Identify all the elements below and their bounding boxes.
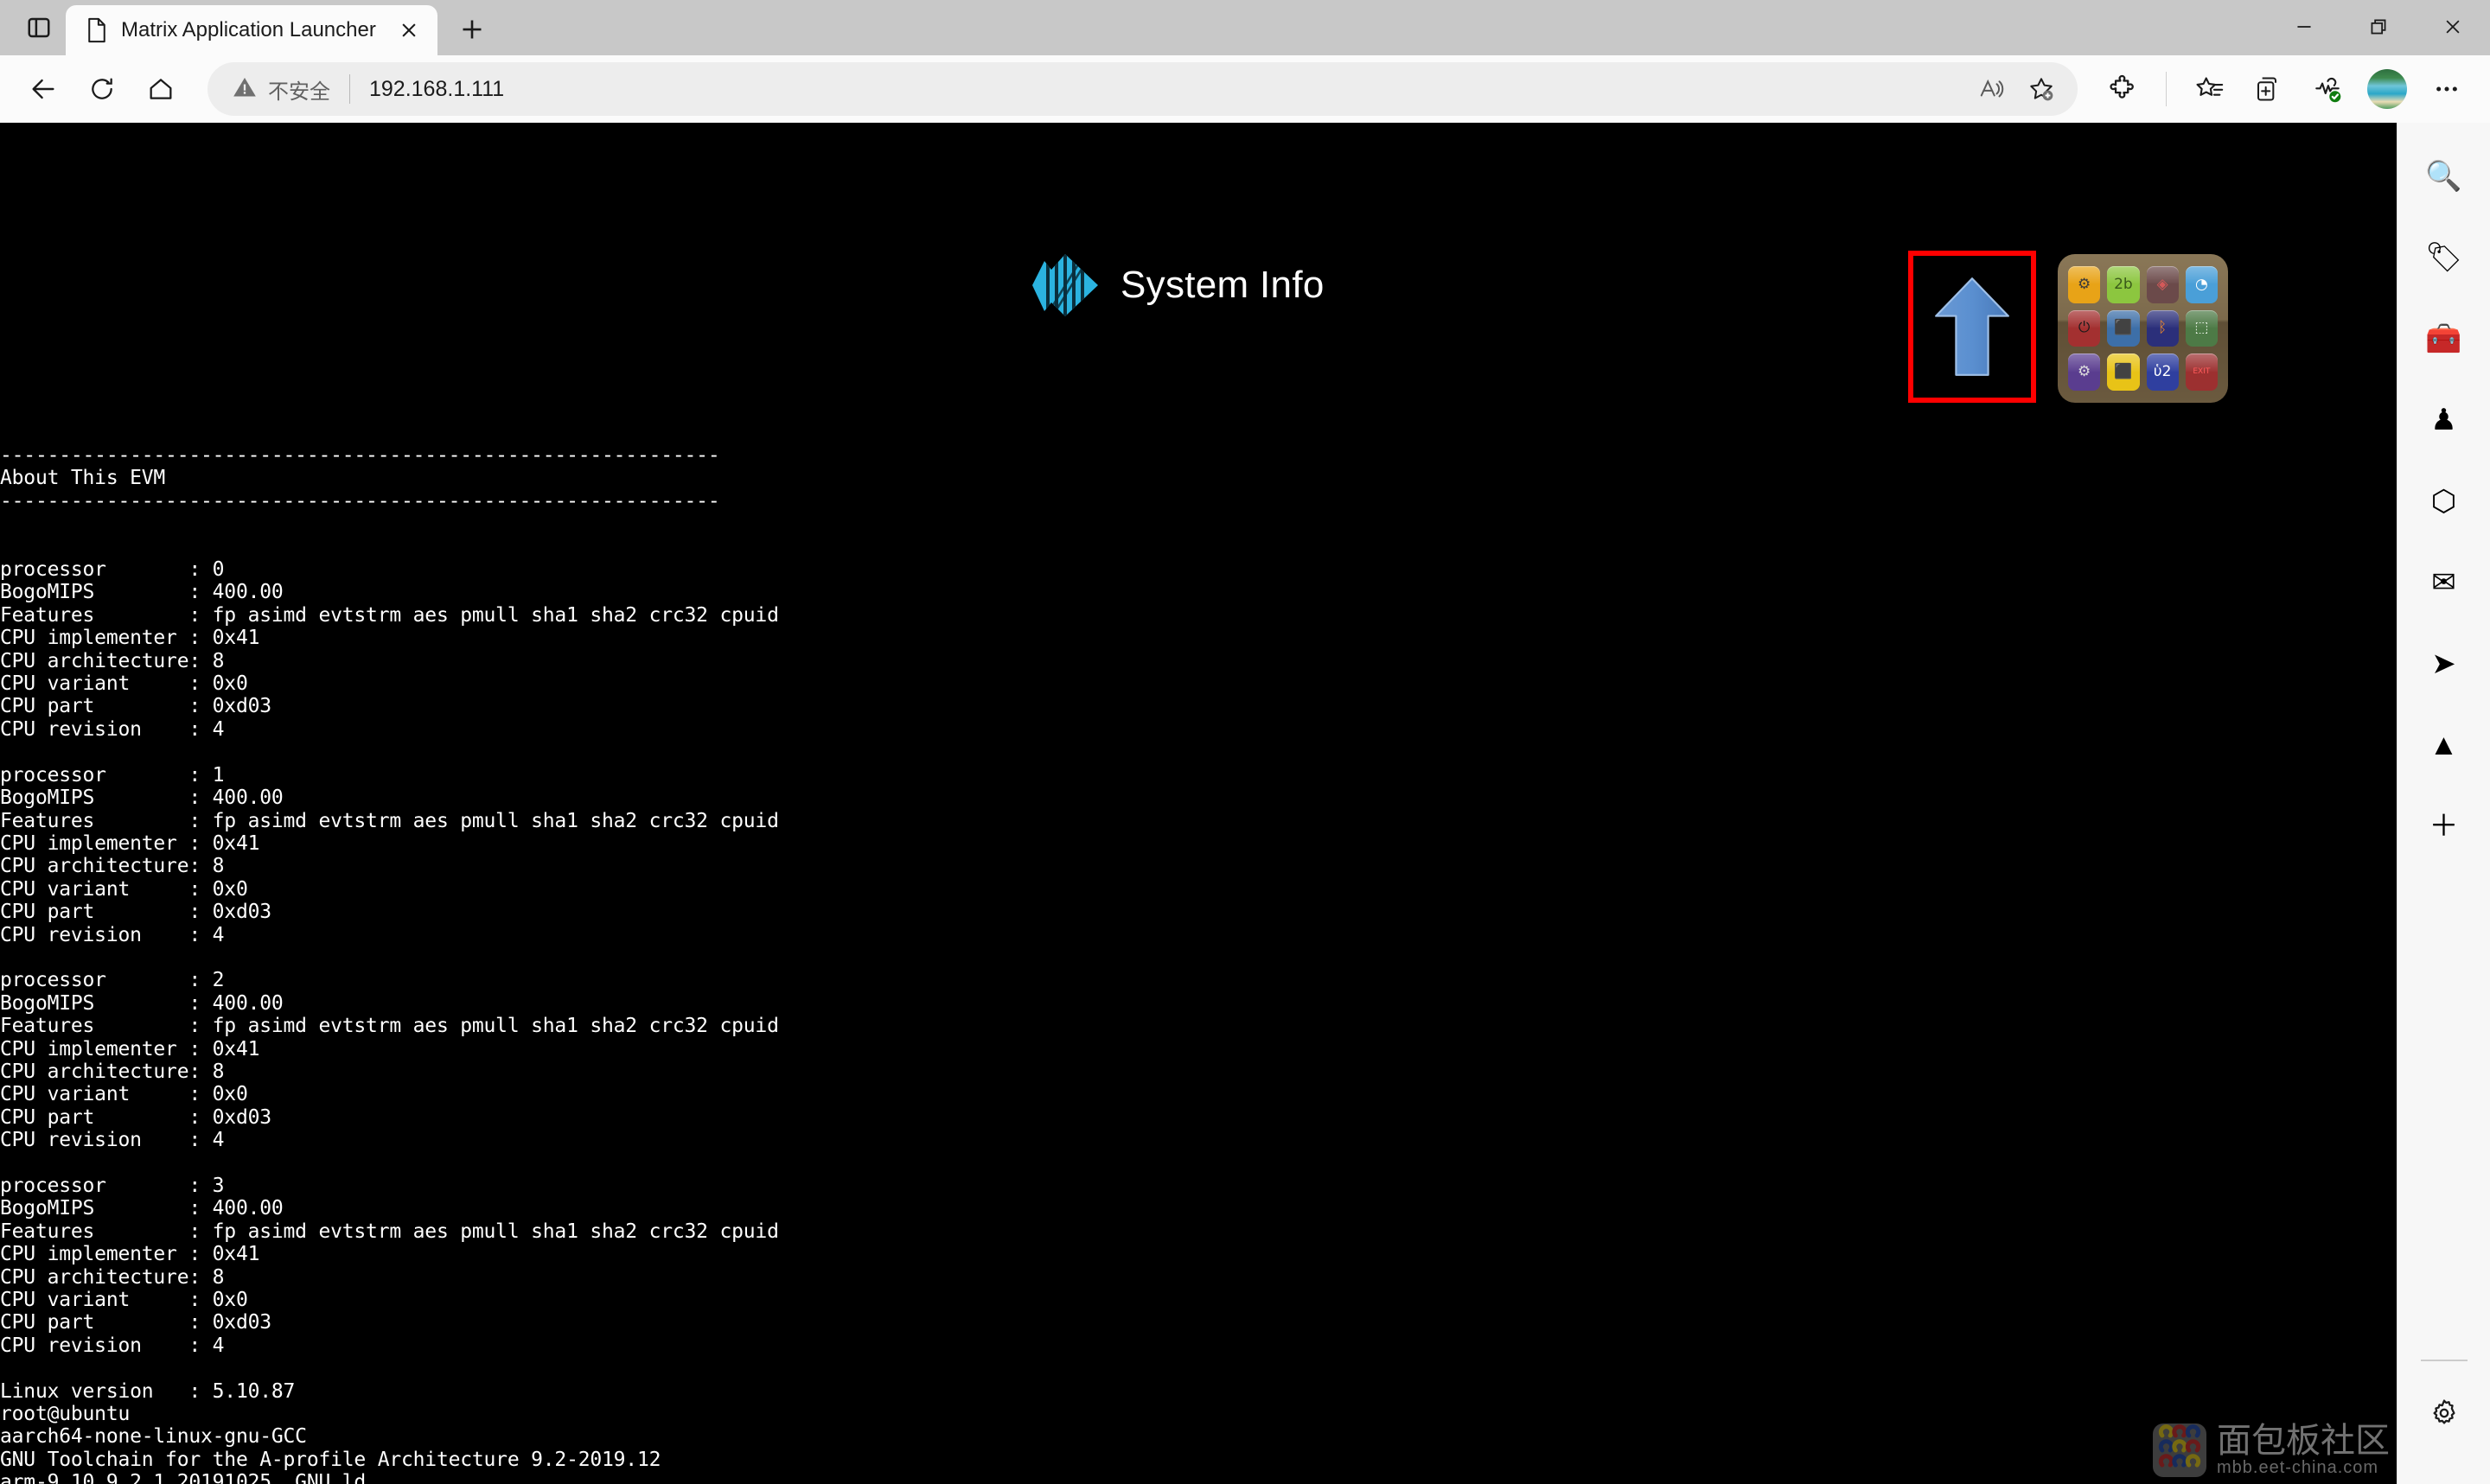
linux-app-icon[interactable]: ⬛ bbox=[2107, 353, 2140, 391]
toolbar-divider bbox=[2166, 72, 2167, 106]
linux-app-icon-glyph: ⬛ bbox=[2114, 363, 2133, 381]
graphics-app-icon[interactable]: ◈ bbox=[2146, 266, 2179, 303]
usb-app-icon[interactable]: ᛒ bbox=[2146, 309, 2179, 347]
watermark-cn: 面包板社区 bbox=[2217, 1421, 2390, 1461]
split-screen-icon[interactable] bbox=[2241, 61, 2296, 117]
sidebar-search-icon[interactable]: 🔍 bbox=[2413, 145, 2475, 207]
edge-sidebar: 🔍 🏷 🧰 ♟ ⬡ ✉ ➤ ▲ ＋ bbox=[2397, 123, 2490, 1484]
sidebar-tools-icon[interactable]: 🧰 bbox=[2413, 308, 2475, 370]
browser-toolbar: 不安全 192.168.1.111 bbox=[0, 55, 2490, 123]
minimize-button[interactable] bbox=[2267, 0, 2341, 54]
clock-app-icon[interactable]: ◔ bbox=[2185, 266, 2218, 303]
address-bar[interactable]: 不安全 192.168.1.111 bbox=[208, 62, 2078, 116]
graphics-app-icon-glyph: ◈ bbox=[2156, 275, 2168, 293]
security-indicator[interactable]: 不安全 bbox=[232, 74, 330, 105]
back-arrow-icon[interactable] bbox=[16, 61, 71, 117]
tab-title: Matrix Application Launcher bbox=[121, 18, 376, 41]
back-up-arrow[interactable] bbox=[1908, 251, 2036, 403]
sidebar-tree-icon[interactable]: ▲ bbox=[2413, 714, 2475, 776]
clock-app-icon-glyph: ◔ bbox=[2194, 275, 2208, 293]
page-title: System Info bbox=[1120, 264, 1325, 306]
sidebar-shopping-icon[interactable]: 🏷 bbox=[2413, 226, 2475, 289]
omnibox-actions bbox=[1967, 67, 2065, 111]
collections-icon[interactable] bbox=[2182, 61, 2238, 117]
settings-app-icon[interactable]: ⚙ bbox=[2068, 266, 2101, 303]
terminal-output: ----------------------------------------… bbox=[0, 444, 779, 1484]
page-header: System Info bbox=[1029, 251, 1325, 320]
add-favorite-icon[interactable] bbox=[2017, 67, 2065, 111]
warning-triangle-icon bbox=[232, 75, 258, 104]
application-grid[interactable]: ⚙ 2b ◈ ◔ ⏻ ⬛ ᛒ ⬚ ⚙ ⬛ ὑ2 EXIT bbox=[2058, 254, 2228, 403]
web-page-system-info: System Info ⚙ 2b ◈ ◔ ⏻ ⬛ ᛒ ⬚ ⚙ ⬛ ὑ2 EXIT ----------… bbox=[0, 123, 2397, 1484]
sidebar-games-icon[interactable]: ♟ bbox=[2413, 389, 2475, 451]
window-controls bbox=[2267, 0, 2490, 54]
watermark-en: mbb.eet-china.com bbox=[2217, 1458, 2379, 1477]
sidebar-outlook-icon[interactable]: ✉ bbox=[2413, 551, 2475, 614]
sidebar-settings-icon[interactable] bbox=[2413, 1382, 2475, 1444]
exit-app-icon[interactable]: EXIT bbox=[2185, 353, 2218, 391]
browser-window: Matrix Application Launcher 不安全 192.168.… bbox=[0, 0, 2490, 1484]
watermark: 面包板社区 mbb.eet-china.com bbox=[2153, 1423, 2390, 1477]
tab-close-icon[interactable] bbox=[393, 14, 425, 47]
security-label: 不安全 bbox=[268, 80, 330, 104]
watermark-text: 面包板社区 mbb.eet-china.com bbox=[2217, 1423, 2390, 1477]
settings-app-icon-glyph: ⚙ bbox=[2078, 275, 2091, 293]
tab-matrix-application-launcher[interactable]: Matrix Application Launcher bbox=[66, 5, 437, 55]
crypto-app-icon-glyph: ⚙ bbox=[2078, 363, 2091, 381]
more-options-icon[interactable] bbox=[2419, 61, 2474, 117]
multimedia-app-icon-glyph: ⬛ bbox=[2114, 319, 2133, 337]
sidebar-office-icon[interactable]: ⬡ bbox=[2413, 470, 2475, 532]
matrix-ti-logo bbox=[1029, 251, 1101, 320]
demos-app-icon-glyph: 2b bbox=[2114, 275, 2133, 293]
network-app-icon[interactable]: ⬚ bbox=[2185, 309, 2218, 347]
power-app-icon[interactable]: ⏻ bbox=[2068, 309, 2101, 347]
security-app-icon-glyph: ὑ2 bbox=[2153, 363, 2172, 381]
tab-strip: Matrix Application Launcher bbox=[0, 0, 2490, 55]
demos-app-icon[interactable]: 2b bbox=[2107, 266, 2140, 303]
omnibox-divider bbox=[349, 74, 350, 104]
sidebar-bottom bbox=[2397, 1360, 2490, 1463]
restore-button[interactable] bbox=[2341, 0, 2416, 54]
close-window-button[interactable] bbox=[2416, 0, 2490, 54]
multimedia-app-icon[interactable]: ⬛ bbox=[2107, 309, 2140, 347]
profile-avatar[interactable] bbox=[2367, 69, 2407, 109]
url-text[interactable]: 192.168.1.111 bbox=[369, 77, 1967, 102]
crypto-app-icon[interactable]: ⚙ bbox=[2068, 353, 2101, 391]
extensions-puzzle-icon[interactable] bbox=[2095, 61, 2150, 117]
usb-app-icon-glyph: ᛒ bbox=[2158, 319, 2168, 337]
sidebar-add-icon[interactable]: ＋ bbox=[2413, 795, 2475, 857]
browser-content-area: System Info ⚙ 2b ◈ ◔ ⏻ ⬛ ᛒ ⬚ ⚙ ⬛ ὑ2 EXIT ----------… bbox=[0, 123, 2490, 1484]
security-app-icon[interactable]: ὑ2 bbox=[2146, 353, 2179, 391]
browser-essentials-icon[interactable] bbox=[2300, 61, 2355, 117]
network-app-icon-glyph: ⬚ bbox=[2194, 319, 2209, 337]
sidebar-send-icon[interactable]: ➤ bbox=[2413, 633, 2475, 695]
refresh-icon[interactable] bbox=[74, 61, 130, 117]
new-tab-button[interactable] bbox=[448, 7, 496, 52]
watermark-logo bbox=[2153, 1423, 2206, 1477]
tab-actions-icon[interactable] bbox=[12, 3, 66, 52]
document-icon bbox=[85, 17, 109, 43]
power-app-icon-glyph: ⏻ bbox=[2078, 319, 2091, 337]
read-aloud-icon[interactable] bbox=[1967, 67, 2015, 111]
sidebar-divider bbox=[2420, 1360, 2468, 1361]
exit-app-icon-glyph: EXIT bbox=[2193, 367, 2211, 377]
home-icon[interactable] bbox=[133, 61, 188, 117]
